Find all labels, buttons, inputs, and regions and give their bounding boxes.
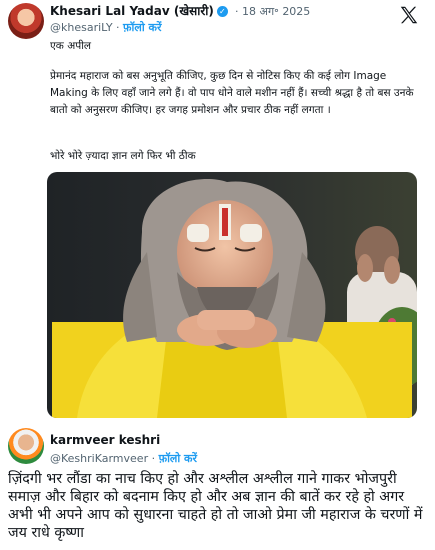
reply-handle-row: @KeshriKarmveer · फ़ॉलो करें (50, 451, 197, 466)
author-handle[interactable]: @khesariLY (50, 21, 113, 34)
verified-badge-icon: ✓ (216, 6, 228, 17)
reply-text: ज़िंदगी भर लौंडा का नाच किए हो और अश्लील… (8, 471, 423, 541)
author-avatar[interactable] (8, 3, 44, 39)
x-logo-icon[interactable] (398, 4, 420, 26)
separator-dot: · (116, 21, 120, 34)
author-name[interactable]: Khesari Lal Yadav (खेसारी) (50, 4, 214, 18)
separator-dot: · (151, 452, 156, 465)
reply-author-avatar[interactable] (8, 428, 44, 464)
follow-button[interactable]: फ़ॉलो करें (123, 21, 161, 34)
tweet-photo[interactable] (47, 172, 417, 418)
tweet-text-line1: एक अपील (50, 40, 92, 52)
reply-author-handle[interactable]: @KeshriKarmveer (50, 452, 148, 465)
author-handle-row: @khesariLY · फ़ॉलो करें (50, 20, 161, 35)
author-name-row[interactable]: Khesari Lal Yadav (खेसारी) ✓ · 18 अग॰ 202… (50, 2, 310, 19)
tweet: Khesari Lal Yadav (खेसारी) ✓ · 18 अग॰ 202… (0, 0, 435, 420)
reply-author-name[interactable]: karmveer keshri (50, 433, 160, 447)
post-time[interactable]: · 18 अग॰ 2025 (235, 5, 310, 18)
reply-follow-button[interactable]: फ़ॉलो करें (159, 452, 197, 465)
tweet-text-paragraph1: प्रेमानंद महाराज को बस अनुभूति कीजिए, कु… (50, 70, 414, 116)
tweet-text-paragraph2: भोरे भोरे ज़्यादा ज्ञान लगे फिर भी ठीक (50, 150, 196, 162)
